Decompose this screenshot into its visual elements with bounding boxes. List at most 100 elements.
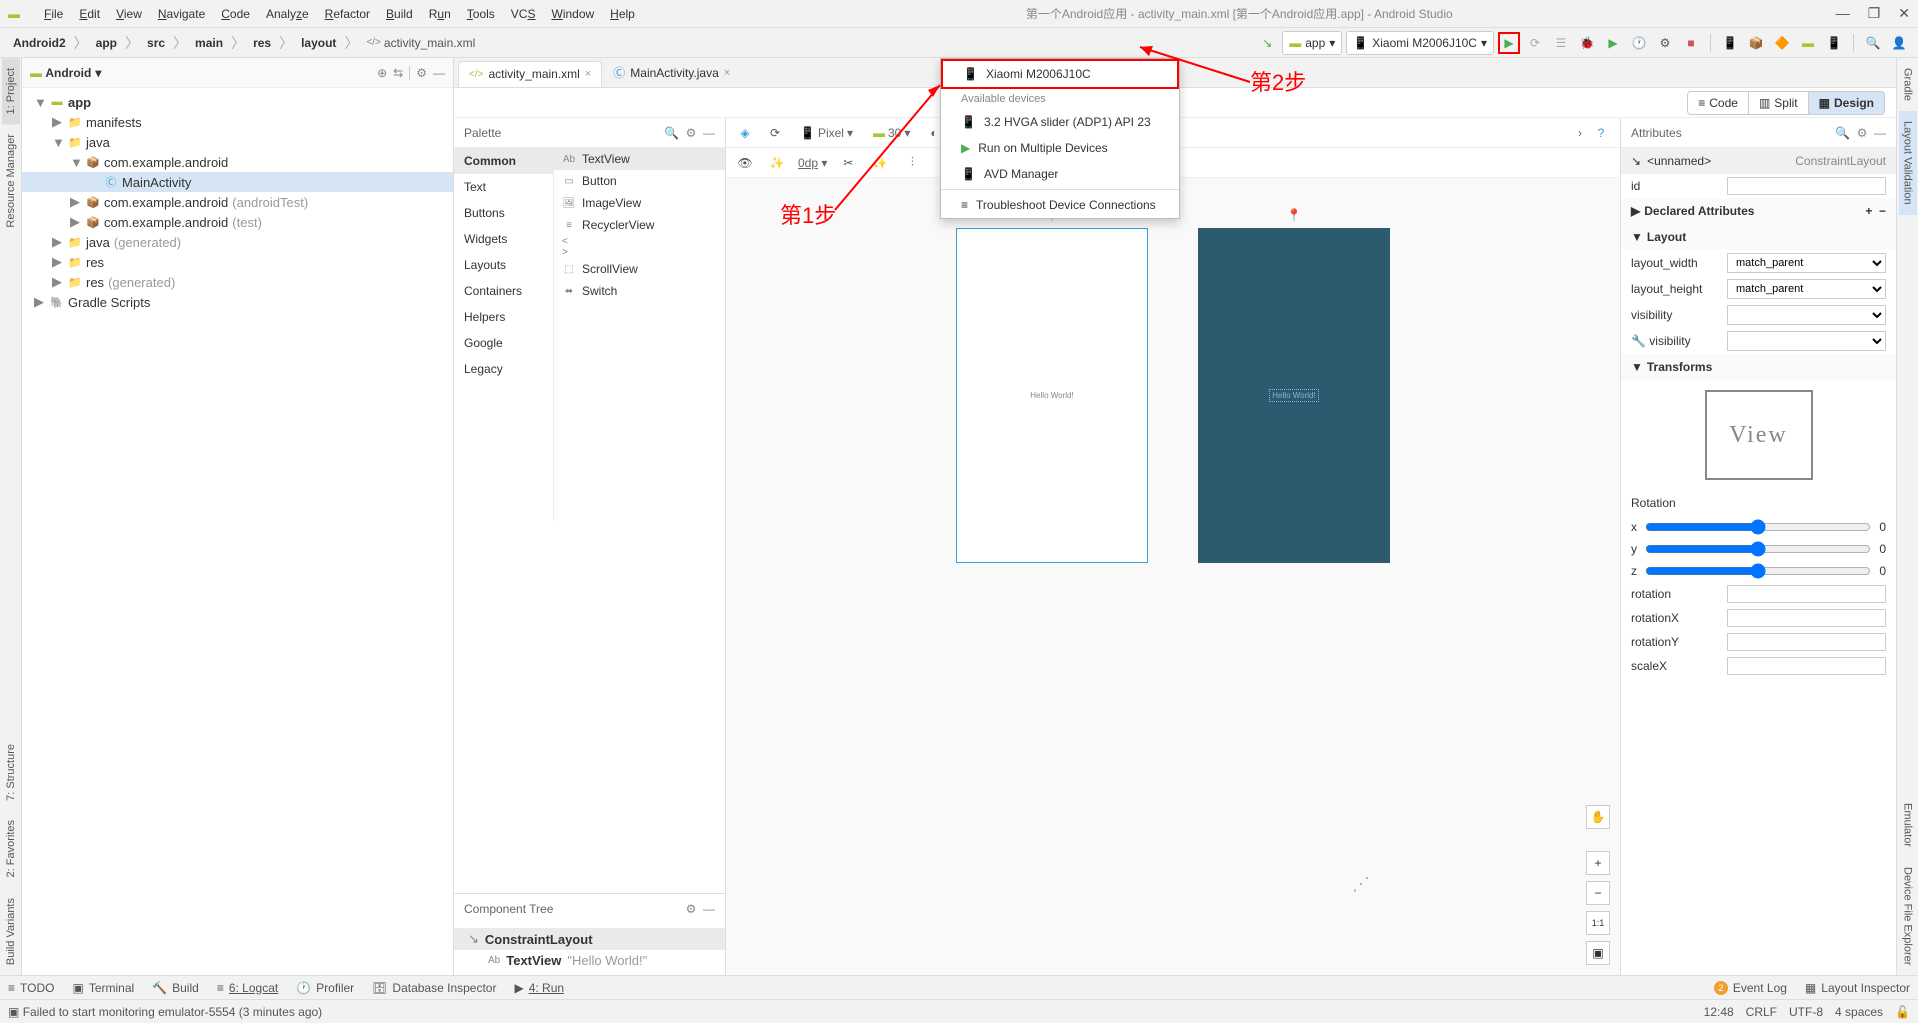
breadcrumb-res[interactable]: res xyxy=(248,34,276,52)
palette-item[interactable]: < > xyxy=(554,236,725,258)
palette-item[interactable]: AbTextView xyxy=(554,148,725,170)
alt-run-icon[interactable]: ☰ xyxy=(1550,32,1572,54)
search-icon[interactable]: 🔍 xyxy=(664,126,679,140)
resource-icon[interactable]: 🔶 xyxy=(1771,32,1793,54)
gear-icon[interactable]: ⚙ xyxy=(416,66,427,80)
android-logo-icon[interactable]: ▬ xyxy=(1797,32,1819,54)
component-row[interactable]: Ab TextView "Hello World!" xyxy=(454,950,725,971)
menu-refactor[interactable]: Refactor xyxy=(317,4,378,24)
tab-terminal[interactable]: ▣ Terminal xyxy=(72,981,134,995)
tab-profiler[interactable]: 🕐 Profiler xyxy=(296,981,354,995)
mode-design[interactable]: ▦ Design xyxy=(1809,91,1885,115)
tab-structure[interactable]: 7: Structure xyxy=(2,734,20,811)
tab-build[interactable]: 🔨 Build xyxy=(152,981,199,995)
breadcrumb-layout[interactable]: layout xyxy=(296,34,341,52)
attr-visibility-select[interactable] xyxy=(1727,305,1886,325)
component-row[interactable]: ↘ ConstraintLayout xyxy=(454,928,725,950)
menu-edit[interactable]: Edit xyxy=(71,4,108,24)
menu-navigate[interactable]: Navigate xyxy=(150,4,213,24)
menu-build[interactable]: Build xyxy=(378,4,421,24)
zoom-reset-button[interactable]: ▣ xyxy=(1586,941,1610,965)
gear-icon[interactable]: ⚙ xyxy=(686,902,697,916)
tree-row[interactable]: ▶📁java (generated) xyxy=(22,232,453,252)
blueprint-preview[interactable]: Hello World! xyxy=(1198,228,1390,563)
menu-view[interactable]: View xyxy=(108,4,150,24)
dd-run-multiple[interactable]: ▶ Run on Multiple Devices xyxy=(941,135,1179,161)
gear-icon[interactable]: ⚙ xyxy=(686,126,697,140)
palette-item[interactable]: ≡RecyclerView xyxy=(554,214,725,236)
collapse-icon[interactable]: ⇆ xyxy=(393,66,403,80)
gear-icon[interactable]: ⚙ xyxy=(1857,126,1868,140)
tab-todo[interactable]: ≡ TODO xyxy=(8,981,54,995)
status-encoding[interactable]: UTF-8 xyxy=(1789,1005,1823,1019)
dd-troubleshoot[interactable]: ≡ Troubleshoot Device Connections xyxy=(941,192,1179,218)
menu-code[interactable]: Code xyxy=(213,4,258,24)
maximize-icon[interactable]: ❐ xyxy=(1868,5,1881,22)
tree-row[interactable]: ▶📦com.example.android (test) xyxy=(22,212,453,232)
palette-item[interactable]: 🖼ImageView xyxy=(554,192,725,214)
attr-rotationy-input[interactable] xyxy=(1727,633,1886,651)
menu-file[interactable]: File xyxy=(36,4,71,24)
dd-device-adp1[interactable]: 📱 3.2 HVGA slider (ADP1) API 23 xyxy=(941,109,1179,135)
palette-category[interactable]: Legacy xyxy=(454,356,553,382)
menu-analyze[interactable]: Analyze xyxy=(258,4,317,24)
palette-item[interactable]: ⬌Switch xyxy=(554,280,725,302)
default-margin[interactable]: 0dp ▾ xyxy=(798,156,827,170)
user-icon[interactable]: 👤 xyxy=(1888,32,1910,54)
palette-category[interactable]: Buttons xyxy=(454,200,553,226)
eye-icon[interactable]: 👁 xyxy=(734,152,756,174)
axis-y-slider[interactable] xyxy=(1645,541,1871,557)
sync-icon[interactable]: ↘ xyxy=(1256,32,1278,54)
hide-icon[interactable]: — xyxy=(703,902,715,916)
attr-visibility2-select[interactable] xyxy=(1727,331,1886,351)
orientation-icon[interactable]: ⟳ xyxy=(764,122,786,144)
tab-layout-inspector[interactable]: ▦ Layout Inspector xyxy=(1805,981,1910,995)
mode-split[interactable]: ▥ Split xyxy=(1749,91,1809,115)
dd-avd-manager[interactable]: 📱 AVD Manager xyxy=(941,161,1179,187)
lock-icon[interactable]: 🔓 xyxy=(1895,1005,1910,1019)
attr-width-select[interactable]: match_parent xyxy=(1727,253,1886,273)
palette-item[interactable]: ▭Button xyxy=(554,170,725,192)
tree-row[interactable]: ▶📦com.example.android (androidTest) xyxy=(22,192,453,212)
palette-category[interactable]: Helpers xyxy=(454,304,553,330)
close-tab-icon[interactable]: × xyxy=(724,67,730,79)
run-button[interactable]: ▶ xyxy=(1498,32,1520,54)
palette-category[interactable]: Containers xyxy=(454,278,553,304)
tab-gradle[interactable]: Gradle xyxy=(1899,58,1917,111)
stop-icon[interactable]: ■ xyxy=(1680,32,1702,54)
palette-category[interactable]: Layouts xyxy=(454,252,553,278)
scroll-from-source-icon[interactable]: ⊕ xyxy=(377,66,387,80)
hide-icon[interactable]: — xyxy=(433,66,445,80)
tree-row[interactable]: ▼📦com.example.android xyxy=(22,152,453,172)
breadcrumb-file[interactable]: </>activity_main.xml xyxy=(361,34,480,52)
tree-row[interactable]: ▶📁res xyxy=(22,252,453,272)
tab-build-variants[interactable]: Build Variants xyxy=(2,888,20,975)
section-layout[interactable]: ▼ Layout xyxy=(1621,224,1896,250)
tab-project[interactable]: 1: Project xyxy=(2,58,20,124)
tree-row[interactable]: ▼▬app xyxy=(22,92,453,112)
tree-row[interactable]: ▶📁manifests xyxy=(22,112,453,132)
palette-category[interactable]: Text xyxy=(454,174,553,200)
tree-row[interactable]: ⒸMainActivity xyxy=(22,172,453,192)
status-eol[interactable]: CRLF xyxy=(1746,1005,1777,1019)
menu-run[interactable]: Run xyxy=(421,4,459,24)
tab-favorites[interactable]: 2: Favorites xyxy=(2,810,20,887)
resize-handle-icon[interactable]: ⋰ xyxy=(1352,874,1370,895)
device-select[interactable]: 📱 Xiaomi M2006J10C ▾ xyxy=(1346,31,1494,55)
editor-tab[interactable]: </> activity_main.xml × xyxy=(458,61,602,87)
project-view-dropdown[interactable]: Android ▾ xyxy=(45,66,101,80)
profile-icon[interactable]: 🕐 xyxy=(1628,32,1650,54)
coverage-icon[interactable]: ▶ xyxy=(1602,32,1624,54)
menu-help[interactable]: Help xyxy=(602,4,643,24)
tree-row[interactable]: ▼📁java xyxy=(22,132,453,152)
tab-resource-manager[interactable]: Resource Manager xyxy=(2,124,20,238)
palette-category[interactable]: Widgets xyxy=(454,226,553,252)
avd-icon[interactable]: 📱 xyxy=(1719,32,1741,54)
section-transforms[interactable]: ▼ Transforms xyxy=(1621,354,1896,380)
tree-row[interactable]: ▶🐘Gradle Scripts xyxy=(22,292,453,312)
tab-device-file-explorer[interactable]: Device File Explorer xyxy=(1899,857,1917,975)
search-icon[interactable]: 🔍 xyxy=(1835,126,1850,140)
attach-debugger-icon[interactable]: ⚙ xyxy=(1654,32,1676,54)
run-config-select[interactable]: ▬app ▾ xyxy=(1282,31,1342,55)
sdk-icon[interactable]: 📦 xyxy=(1745,32,1767,54)
